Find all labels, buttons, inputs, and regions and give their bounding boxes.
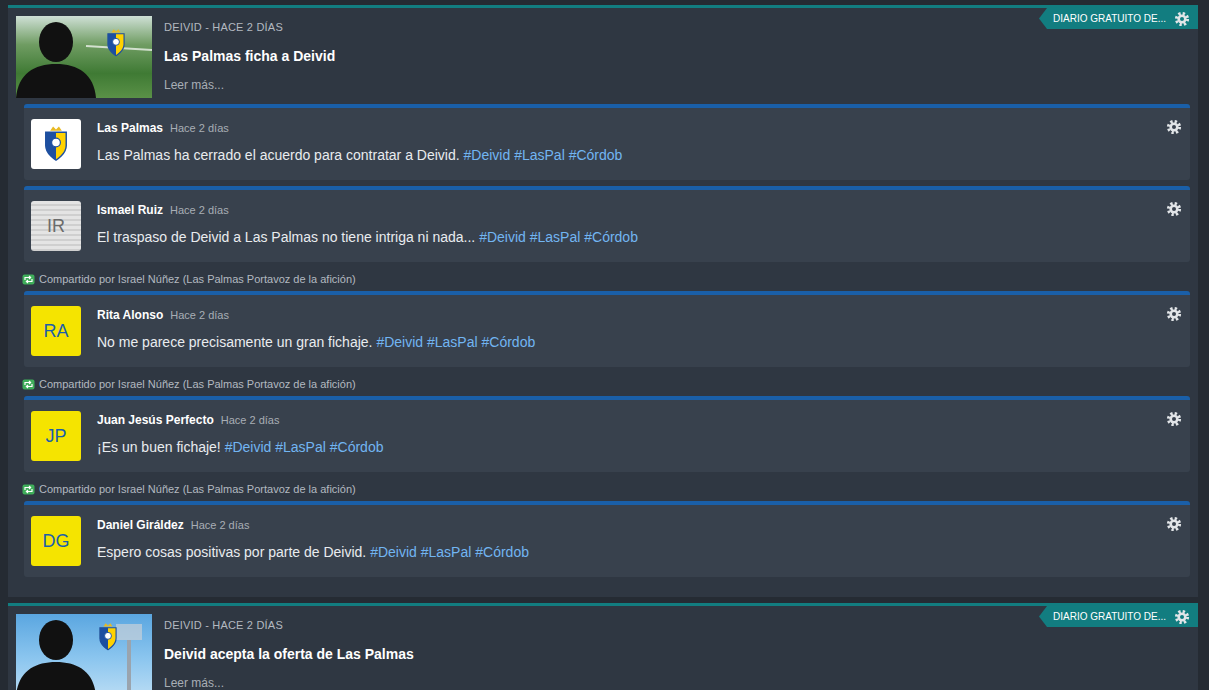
avatar[interactable] (31, 119, 81, 169)
gear-icon[interactable] (1166, 411, 1182, 427)
hashtag-link[interactable]: #Deivid (376, 334, 423, 350)
retweet-icon (22, 379, 35, 390)
article-header: DEIVID - HACE 2 DÍAS Las Palmas ficha a D… (8, 8, 1198, 98)
post-text: ¡Es un buen fichaje!#Deivid#LasPal#Córdo… (97, 437, 1150, 458)
retweet-icon (22, 274, 35, 285)
hashtag-link[interactable]: #Córdob (584, 229, 638, 245)
post-body: Las Palmas Hace 2 días Las Palmas ha cerra… (97, 119, 1150, 166)
hashtag-link[interactable]: #LasPal (275, 439, 326, 455)
post-time: Hace 2 días (170, 307, 229, 324)
avatar[interactable]: RA (31, 306, 81, 356)
source-tag[interactable]: DIARIO GRATUITO DE... (1039, 606, 1198, 627)
news-article: DEIVID - HACE 2 DÍAS Las Palmas ficha a D… (8, 5, 1198, 597)
article-meta: DEIVID - HACE 2 DÍAS Las Palmas ficha a D… (160, 16, 1031, 98)
post-message: Las Palmas ha cerrado el acuerdo para co… (97, 147, 460, 163)
avatar-initials: JP (45, 423, 66, 450)
article-byline: DEIVID - HACE 2 DÍAS (164, 617, 1031, 634)
post: IR Ismael Ruiz Hace 2 días El traspaso de D… (24, 186, 1190, 262)
source-label: DIARIO GRATUITO DE... (1053, 609, 1166, 624)
post-text: Las Palmas ha cerrado el acuerdo para co… (97, 145, 1150, 166)
shared-by-text: Compartido por Israel Núñez (Las Palmas … (39, 376, 356, 393)
hashtag-link[interactable]: #Córdob (569, 147, 623, 163)
post-body: Ismael Ruiz Hace 2 días El traspaso de Dei… (97, 201, 1150, 248)
post-message: ¡Es un buen fichaje! (97, 439, 221, 455)
gear-icon[interactable] (1174, 11, 1190, 27)
post-author[interactable]: Rita Alonso (97, 306, 163, 324)
post-message: No me parece precisamente un gran fichaj… (97, 334, 372, 350)
post-header: Las Palmas Hace 2 días (97, 119, 1150, 137)
post: RA Rita Alonso Hace 2 días No me parece pre… (24, 291, 1190, 367)
hashtag-link[interactable]: #Córdob (482, 334, 536, 350)
post-author[interactable]: Juan Jesús Perfecto (97, 411, 214, 429)
gear-icon[interactable] (1166, 306, 1182, 322)
post-time: Hace 2 días (191, 517, 250, 534)
article-meta: DEIVID - HACE 2 DÍAS Deivid acepta la ofe… (160, 614, 1031, 690)
source-tag[interactable]: DIARIO GRATUITO DE... (1039, 8, 1198, 29)
post-text: El traspaso de Deivid a Las Palmas no ti… (97, 227, 1150, 248)
hashtag-link[interactable]: #LasPal (421, 544, 472, 560)
hashtag-link[interactable]: #Córdob (475, 544, 529, 560)
avatar-initials: RA (43, 318, 68, 345)
post-body: Juan Jesús PerfectoHace 2 días¡Es un bue… (97, 411, 1150, 458)
shared-by-line: Compartido por Israel Núñez (Las Palmas … (22, 268, 1190, 291)
shared-by-text: Compartido por Israel Núñez (Las Palmas … (39, 271, 356, 288)
post-body: Rita Alonso Hace 2 días No me parece preci… (97, 306, 1150, 353)
news-feed: DEIVID - HACE 2 DÍAS Las Palmas ficha a D… (0, 0, 1209, 690)
hashtag-link[interactable]: #Deivid (370, 544, 417, 560)
gear-icon[interactable] (1166, 201, 1182, 217)
post-time: Hace 2 días (221, 412, 280, 429)
post-author[interactable]: Las Palmas (97, 119, 163, 137)
article-byline: DEIVID - HACE 2 DÍAS (164, 19, 1031, 36)
hashtag-link[interactable]: #LasPal (514, 147, 565, 163)
post-time: Hace 2 días (170, 202, 229, 219)
post-text: No me parece precisamente un gran fichaj… (97, 332, 1150, 353)
read-more-link[interactable]: Leer más... (164, 76, 1031, 94)
retweet-icon (22, 484, 35, 495)
shared-by-line: Compartido por Israel Núñez (Las Palmas … (22, 373, 1190, 396)
avatar-initials: IR (47, 213, 65, 240)
post-author[interactable]: Daniel Giráldez (97, 516, 184, 534)
hashtag-link[interactable]: #Córdob (330, 439, 384, 455)
hashtag-link[interactable]: #Deivid (479, 229, 526, 245)
article-title[interactable]: Las Palmas ficha a Deivid (164, 46, 1031, 67)
shared-by-text: Compartido por Israel Núñez (Las Palmas … (39, 481, 356, 498)
article-header: DEIVID - HACE 2 DÍAS Deivid acepta la ofe… (8, 606, 1198, 690)
post-header: Ismael Ruiz Hace 2 días (97, 201, 1150, 219)
post: JPJuan Jesús PerfectoHace 2 días¡Es un b… (24, 396, 1190, 472)
post-header: Daniel Giráldez Hace 2 días (97, 516, 1150, 534)
gear-icon[interactable] (1166, 119, 1182, 135)
source-label: DIARIO GRATUITO DE... (1053, 11, 1166, 26)
post-message: Espero cosas positivas por parte de Deiv… (97, 544, 366, 560)
article-picture[interactable] (16, 614, 152, 690)
article-title[interactable]: Deivid acepta la oferta de Las Palmas (164, 644, 1031, 665)
post-list: Las Palmas Hace 2 días Las Palmas ha cerra… (8, 98, 1198, 577)
gear-icon[interactable] (1174, 609, 1190, 625)
avatar[interactable]: IR (31, 201, 81, 251)
post-time: Hace 2 días (170, 120, 229, 137)
post-header: Rita Alonso Hace 2 días (97, 306, 1150, 324)
avatar[interactable]: JP (31, 411, 81, 461)
article-picture[interactable] (16, 16, 152, 98)
hashtag-link[interactable]: #LasPal (530, 229, 581, 245)
hashtag-link[interactable]: #LasPal (427, 334, 478, 350)
hashtag-link[interactable]: #Deivid (225, 439, 272, 455)
news-article: DEIVID - HACE 2 DÍAS Deivid acepta la ofe… (8, 603, 1198, 690)
avatar[interactable]: DG (31, 516, 81, 566)
read-more-link[interactable]: Leer más... (164, 674, 1031, 690)
shared-by-line: Compartido por Israel Núñez (Las Palmas … (22, 478, 1190, 501)
gear-icon[interactable] (1166, 516, 1182, 532)
post: Las Palmas Hace 2 días Las Palmas ha cerra… (24, 104, 1190, 180)
avatar-initials: DG (43, 528, 70, 555)
post-body: Daniel Giráldez Hace 2 días Espero cosas p… (97, 516, 1150, 563)
post-header: Juan Jesús Perfecto Hace 2 días (97, 411, 1150, 429)
post-text: Espero cosas positivas por parte de Deiv… (97, 542, 1150, 563)
hashtag-link[interactable]: #Deivid (464, 147, 511, 163)
post-author[interactable]: Ismael Ruiz (97, 201, 163, 219)
post: DG Daniel Giráldez Hace 2 días Espero cosas… (24, 501, 1190, 577)
post-message: El traspaso de Deivid a Las Palmas no ti… (97, 229, 475, 245)
